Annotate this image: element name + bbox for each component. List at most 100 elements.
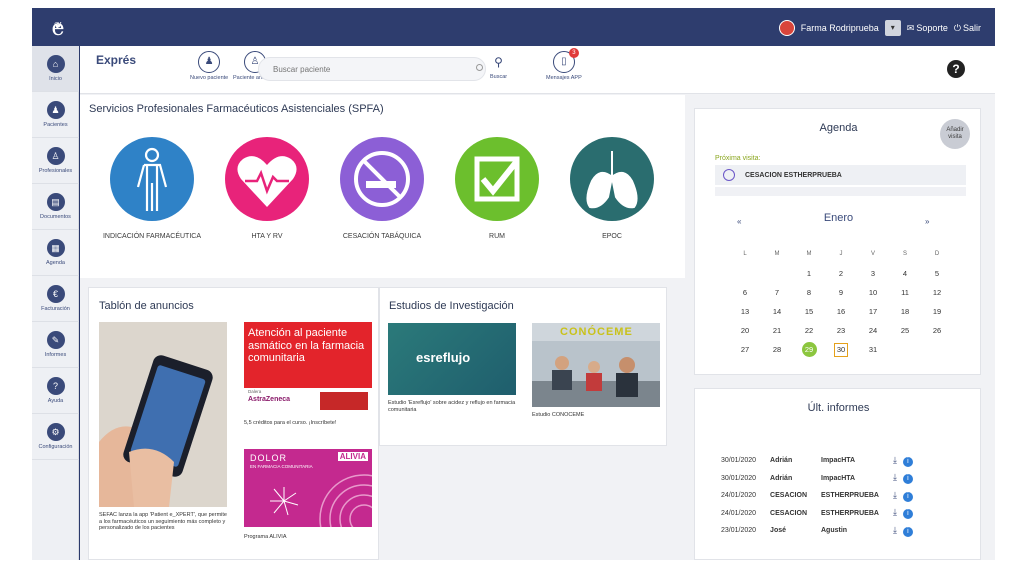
info-icon[interactable]: i [902,491,913,502]
calendar-day[interactable]: 4 [889,264,921,283]
calendar-day[interactable]: 13 [729,302,761,321]
sidebar-item-configuracion[interactable]: ⚙ Configuración [32,414,79,460]
calendar-day[interactable]: 5 [921,264,953,283]
sidebar-item-profesionales[interactable]: ♙ Profesionales [32,138,79,184]
info-icon[interactable]: i [902,474,913,485]
logout-link[interactable]: ⏻ Salir [954,23,981,34]
calendar-day[interactable]: 31 [857,340,889,359]
calendar-day[interactable]: 30 [825,340,857,359]
table-row: 23/01/2020 José Agustin ⤓ i [721,522,927,540]
calendar-day[interactable]: 12 [921,283,953,302]
calendar-day[interactable]: 9 [825,283,857,302]
download-icon[interactable]: ⤓ [893,472,897,483]
euro-icon: € [46,285,65,303]
service-5[interactable]: EPOC [562,137,662,241]
download-icon[interactable]: ⤓ [893,507,897,518]
service-1[interactable]: INDICACIÓN FARMACÉUTICA [102,137,202,241]
help-button[interactable]: ? [947,60,965,78]
power-icon: ⏻ [953,22,961,33]
calendar-day[interactable]: 7 [761,283,793,302]
add-visit-button[interactable]: Añadir visita [940,119,970,149]
esreflujo-caption: Estudio 'Esreflujo' sobre acidez y reflu… [388,400,516,413]
calendar-day[interactable]: 6 [729,283,761,302]
sidebar-item-label: Profesionales [38,168,73,174]
alivia-banner[interactable]: DOLOR EN FARMACIA COMUNITARIA ALIVIA [244,449,372,527]
sidebar-item-documentos[interactable]: ▤ Documentos [32,184,79,230]
user-dropdown-button[interactable]: ▾ [884,20,901,36]
calendar-day-number: 19 [932,307,942,316]
calendar-day[interactable]: 14 [761,302,793,321]
sidebar-item-inicio[interactable]: ⌂ Inicio [32,46,79,92]
sidebar-item-pacientes[interactable]: ♟ Pacientes [32,92,79,138]
calendar-day[interactable]: 25 [889,321,921,340]
conoceme-study-banner[interactable]: CONÓCEME [532,323,660,407]
report-name: José [770,527,787,535]
table-row: 30/01/2020 Adrián ImpacHTA ⤓ i [721,470,927,488]
calendar-day[interactable]: 3 [857,264,889,283]
calendar-day[interactable]: 2 [825,264,857,283]
next-month-button[interactable]: » [925,217,929,226]
notice-board-title: Tablón de anuncios [99,300,194,312]
report-date: 23/01/2020 [721,527,757,535]
calendar-day[interactable]: 21 [761,321,793,340]
calendar-day[interactable]: 28 [761,340,793,359]
calendar-month: Enero [823,212,854,224]
calendar-day[interactable]: 27 [729,340,761,359]
esreflujo-study-banner[interactable]: esreflujo [388,323,516,395]
info-icon[interactable]: i [902,456,913,467]
calendar-day[interactable]: 26 [921,321,953,340]
calendar-day[interactable]: 8 [793,283,825,302]
sidebar-item-facturacion[interactable]: € Facturación [32,276,79,322]
download-icon[interactable]: ⤓ [893,490,897,501]
calendar-day[interactable]: 1 [793,264,825,283]
calendar-day[interactable]: 17 [857,302,889,321]
asthma-banner-title: Atención al paciente asmático en la farm… [244,322,372,388]
report-service: ImpacHTA [821,457,856,465]
calendar-day[interactable]: 15 [793,302,825,321]
sidebar-item-agenda[interactable]: ▦ Agenda [32,230,79,276]
support-link[interactable]: ✉ Soporte [907,23,948,34]
service-4[interactable]: RUM [447,137,547,241]
calendar-day[interactable]: 19 [921,302,953,321]
calendar-day-number: 6 [742,288,748,297]
table-row: 24/01/2020 CESACION ESTHERPRUEBA ⤓ i [721,505,927,523]
calendar-day[interactable]: 18 [889,302,921,321]
asthma-course-banner[interactable]: Atención al paciente asmático en la farm… [244,322,372,412]
patient-expert-app-image[interactable] [99,322,227,507]
app-logo[interactable]: ❦ e [46,14,70,42]
info-icon[interactable]: i [902,526,913,537]
user-avatar[interactable] [778,20,795,36]
report-actions: ⤓ i [893,470,927,488]
service-label: HTA Y RV [251,233,283,240]
calendar-day[interactable]: 10 [857,283,889,302]
calendar-day[interactable]: 29 [793,340,825,359]
calendar-day[interactable]: 24 [857,321,889,340]
sidebar-item-informes[interactable]: ✎ Informes [32,322,79,368]
new-patient-button[interactable]: ♟ Nuevo paciente [190,51,228,81]
download-icon[interactable]: ⤓ [893,525,897,536]
app-messages-button[interactable]: ▯ 3 Mensajes APP [546,48,582,81]
gear-icon: ⚙ [46,423,65,441]
report-date: 30/01/2020 [721,457,757,465]
sidebar-item-ayuda[interactable]: ? Ayuda [32,368,79,414]
service-2[interactable]: HTA Y RV [217,137,317,241]
calendar-day-number: 24 [868,326,878,335]
service-3[interactable]: CESACIÓN TABÁQUICA [332,137,432,241]
info-icon[interactable]: i [902,509,913,520]
calendar-day[interactable]: 23 [825,321,857,340]
calendar-day[interactable]: 20 [729,321,761,340]
next-visit-row[interactable]: CESACION ESTHERPRUEBA [715,165,966,185]
calendar-day[interactable]: 22 [793,321,825,340]
search-clear-icon[interactable] [476,64,483,71]
calendar-day-number: 3 [870,269,876,278]
user-name[interactable]: Farma Rodriprueba [801,23,879,33]
calendar-day[interactable]: 11 [889,283,921,302]
download-icon[interactable]: ⤓ [893,455,897,466]
edit-icon: ✎ [46,331,65,349]
calendar-divider [715,187,966,196]
calendar-day[interactable]: 16 [825,302,857,321]
calendar-day-number: 16 [836,307,846,316]
patient-search-input[interactable] [258,57,486,81]
search-button[interactable]: ⚲ Buscar [490,52,507,80]
table-row: 24/01/2020 CESACION ESTHERPRUEBA ⤓ i [721,487,927,505]
